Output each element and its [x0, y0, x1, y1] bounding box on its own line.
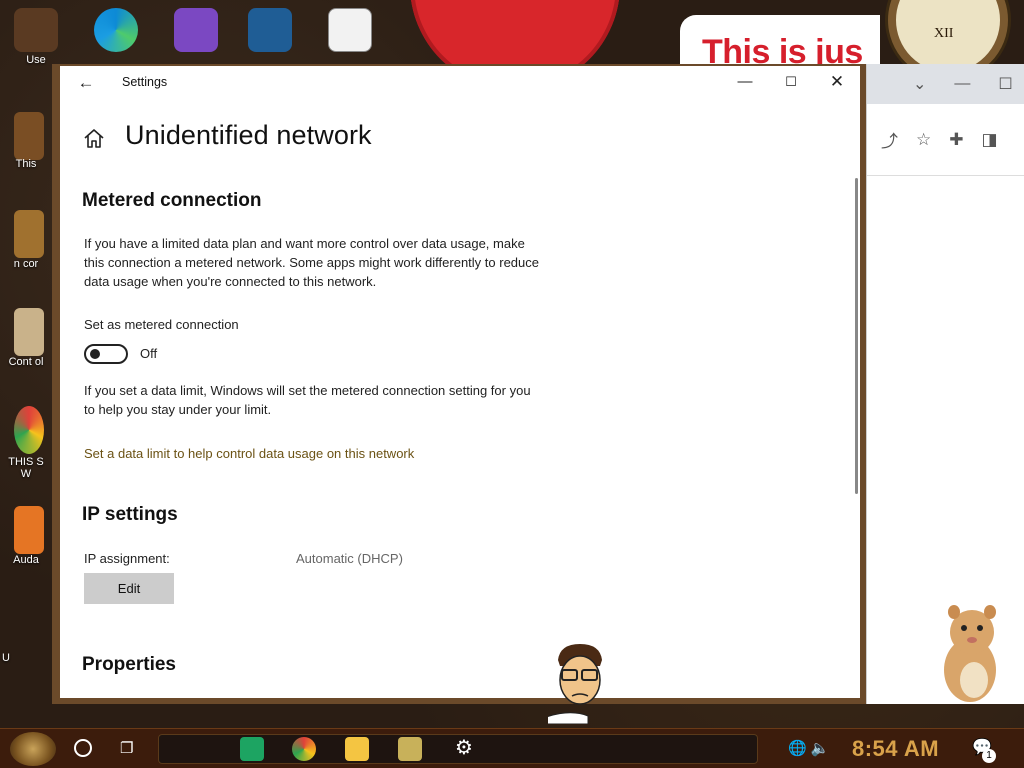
data-limit-note: If you set a data limit, Windows will se…	[84, 383, 531, 417]
side-label: This	[15, 158, 37, 170]
edit-ip-button[interactable]: Edit	[84, 573, 174, 604]
desktop-icon-audacity[interactable]	[14, 506, 44, 554]
metered-connection-heading: Metered connection	[82, 190, 262, 211]
scrollbar[interactable]	[855, 178, 858, 494]
desktop-icon-edge[interactable]	[86, 8, 146, 54]
settings-window-content: ← Settings — ☐ ✕ Unidentified network Me…	[60, 66, 860, 698]
dosbox-app-icon[interactable]	[398, 737, 422, 761]
edge-icon	[94, 8, 138, 52]
sheets-app-icon[interactable]	[240, 737, 264, 761]
virtualbox-icon	[248, 8, 292, 52]
browser-toolbar: ⤴ ☆ ✚ ◨	[867, 104, 1024, 176]
minimize-button[interactable]: —	[722, 66, 768, 98]
clock-numeral: XII	[934, 26, 954, 41]
side-label: n cor	[13, 258, 39, 270]
properties-heading: Properties	[82, 654, 176, 675]
minimize-icon[interactable]: —	[954, 75, 970, 93]
desktop-icon-chrome[interactable]	[14, 406, 44, 454]
network-globe-icon[interactable]: 🌐	[788, 740, 807, 757]
notification-count-badge: 1	[982, 749, 996, 763]
system-tray: 🌐 🔈	[788, 739, 830, 757]
settings-window: ← Settings — ☐ ✕ Unidentified network Me…	[52, 64, 866, 704]
title-bar[interactable]: ← Settings — ☐ ✕	[60, 66, 860, 100]
desktop-icon-this-pc[interactable]	[14, 112, 44, 160]
toggle-knob	[90, 349, 100, 359]
metered-description: If you have a limited data plan and want…	[84, 236, 539, 289]
metered-connection-toggle[interactable]	[84, 344, 128, 364]
extensions-icon[interactable]: ✚	[949, 130, 963, 150]
desktop-icon-recycle[interactable]	[14, 210, 44, 258]
side-label: Auda	[13, 554, 39, 566]
volume-icon[interactable]: 🔈	[811, 740, 830, 757]
desktop-icon-user[interactable]: Use	[6, 8, 66, 66]
home-icon[interactable]	[82, 127, 106, 151]
browser-tab-strip: ⌄ — ☐	[867, 64, 1024, 104]
toggle-state-text: Off	[140, 346, 158, 361]
taskbar-clock[interactable]: 8:54 AM	[852, 736, 939, 762]
app-title: Settings	[122, 75, 168, 89]
settings-gear-icon[interactable]: ⚙	[452, 737, 476, 761]
close-button[interactable]: ✕	[814, 66, 860, 98]
left-desktop-strip: This n cor Cont ol THIS S W Auda U	[0, 60, 52, 720]
task-view-icon[interactable]: ❐	[120, 739, 140, 757]
share-icon[interactable]: ⤴	[881, 127, 898, 152]
hex-editor-icon	[328, 8, 372, 52]
taskbar: ❐ ⚙ 🌐 🔈 8:54 AM 💬 1	[0, 728, 1024, 768]
star-icon[interactable]: ☆	[916, 130, 931, 150]
start-button[interactable]	[10, 732, 56, 766]
ip-assignment-label: IP assignment:	[84, 551, 170, 566]
back-arrow-icon[interactable]: ←	[74, 72, 98, 94]
maximize-icon[interactable]: ☐	[998, 74, 1012, 94]
visual-studio-icon	[174, 8, 218, 52]
desktop-icon-visual-studio[interactable]	[166, 8, 226, 54]
side-label: U	[2, 652, 10, 664]
desktop-icon-control-panel[interactable]	[14, 308, 44, 356]
hamster-image	[944, 605, 996, 702]
sidebar-icon[interactable]: ◨	[982, 130, 998, 150]
side-label: Cont ol	[8, 356, 44, 368]
ip-settings-heading: IP settings	[82, 504, 178, 525]
side-label: THIS S W	[8, 456, 44, 480]
data-limit-link[interactable]: Set a data limit to help control data us…	[84, 446, 414, 461]
cartoon-character	[548, 644, 602, 724]
metered-toggle-label: Set as metered connection	[84, 317, 239, 332]
cortana-icon[interactable]	[74, 739, 92, 757]
file-explorer-icon[interactable]	[345, 737, 369, 761]
steampunk-clock-decoration: XII	[868, 0, 1024, 70]
desktop-icon-virtualbox[interactable]	[240, 8, 300, 54]
ip-assignment-value: Automatic (DHCP)	[296, 551, 403, 566]
maximize-button[interactable]: ☐	[768, 66, 814, 98]
chrome-app-icon[interactable]	[292, 737, 316, 761]
user-folder-icon	[14, 8, 58, 52]
page-title: Unidentified network	[125, 120, 372, 150]
desktop-icon-hex-editor[interactable]	[320, 8, 380, 54]
chevron-down-icon[interactable]: ⌄	[913, 74, 926, 94]
